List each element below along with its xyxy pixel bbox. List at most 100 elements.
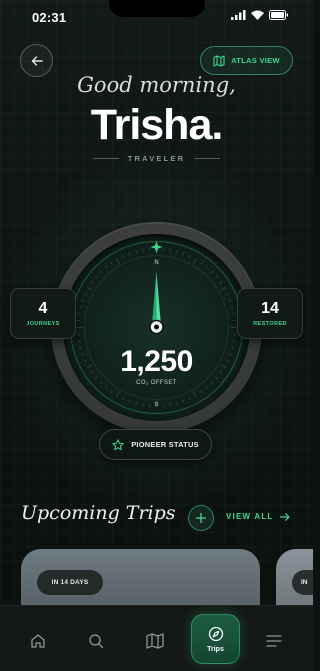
divider — [194, 158, 221, 159]
compass-tick — [193, 391, 197, 397]
view-all-link[interactable]: VIEW ALL — [226, 512, 290, 521]
compass-tick — [220, 287, 226, 291]
atlas-view-button[interactable]: ATLAS VIEW — [200, 46, 293, 75]
home-icon — [31, 634, 45, 648]
divider — [92, 158, 119, 159]
trip-countdown-badge: IN — [292, 570, 313, 595]
compass-tick — [210, 270, 214, 274]
compass-tick — [122, 397, 125, 401]
journeys-card[interactable]: 4 JOURNEYS — [10, 288, 76, 339]
tab-home[interactable] — [23, 626, 53, 656]
compass-tick — [188, 254, 191, 258]
compass-tick — [193, 258, 197, 264]
user-name: Trisha. — [90, 101, 224, 149]
app-screen: 02:31 ATLAS VIEW Good morning, Trisha. T… — [0, 0, 313, 671]
tab-menu[interactable] — [259, 626, 289, 656]
tab-map[interactable] — [140, 626, 170, 656]
compass-tick — [215, 275, 219, 279]
compass-tick — [94, 275, 98, 279]
journeys-value: 4 — [38, 300, 48, 317]
compass-tick — [104, 265, 108, 269]
compass-tick — [182, 252, 185, 256]
compass-tick — [81, 299, 85, 302]
compass-tick — [226, 293, 230, 296]
status-time: 02:31 — [32, 10, 67, 25]
arrow-right-icon — [279, 512, 290, 521]
compass-tick — [142, 248, 144, 252]
compass-tick — [116, 258, 120, 264]
compass-tick — [77, 313, 81, 315]
compass-tick — [110, 261, 113, 265]
compass-needle-north-shade — [152, 272, 157, 326]
compass-tick — [128, 252, 131, 256]
arrow-left-icon — [31, 55, 43, 66]
device-notch — [109, 0, 205, 17]
plus-icon — [196, 513, 206, 523]
compass-tick — [176, 401, 178, 405]
tab-search[interactable] — [81, 626, 111, 656]
compass-mark-n: N — [154, 260, 158, 266]
compass-tick — [232, 340, 236, 342]
compass-tick — [228, 299, 232, 302]
pioneer-status-label: PIONEER STATUS — [131, 440, 199, 449]
compass-tick — [79, 306, 83, 308]
rank-label: TRAVELER — [127, 154, 186, 163]
compass-icon — [208, 626, 223, 641]
co2-offset-label: CO₂ OFFSET — [136, 380, 177, 386]
search-icon — [89, 634, 104, 649]
star-icon — [112, 438, 124, 450]
compass-tick — [90, 281, 94, 284]
compass-tick — [230, 306, 234, 308]
compass-tick — [122, 254, 125, 258]
compass-tick — [169, 403, 171, 407]
pioneer-status-button[interactable]: PIONEER STATUS — [99, 429, 212, 460]
view-all-label: VIEW ALL — [226, 512, 274, 521]
compass-tick — [128, 399, 131, 403]
add-trip-button[interactable] — [188, 505, 214, 531]
compass-tick — [205, 386, 209, 390]
compass-tick — [104, 386, 108, 390]
status-icons — [231, 10, 289, 20]
compass-tick — [142, 403, 144, 407]
compass-tick — [77, 340, 81, 342]
signal-icon — [231, 10, 246, 20]
wifi-icon — [251, 10, 264, 20]
bottom-tab-bar: Trips — [0, 605, 313, 671]
map-icon — [213, 54, 225, 67]
compass-tick — [205, 265, 209, 269]
greeting-salutation: Good morning, — [77, 73, 236, 97]
compass-graphics: N S — [70, 241, 243, 414]
tab-trips[interactable]: Trips — [191, 614, 240, 664]
map-icon — [146, 633, 164, 649]
compass-tick — [188, 397, 191, 401]
compass-tick — [99, 270, 103, 274]
trip-countdown-badge: IN 14 DAYS — [37, 570, 103, 595]
rank-row: TRAVELER — [0, 154, 313, 163]
upcoming-trips-title: Upcoming Trips — [21, 502, 176, 524]
compass-tick — [200, 261, 203, 265]
compass-tick — [116, 391, 120, 397]
compass-tick — [135, 401, 137, 405]
compass-dial: N S — [51, 222, 262, 433]
north-star-icon — [150, 241, 163, 253]
journeys-label: JOURNEYS — [26, 321, 60, 327]
compass-tick — [87, 287, 93, 291]
compass-tick — [176, 250, 178, 254]
menu-icon — [266, 635, 282, 647]
compass-mark-s: S — [154, 402, 158, 408]
compass-tick — [200, 390, 203, 394]
compass-tick — [219, 281, 223, 284]
co2-offset-value: 1,250 — [120, 345, 193, 378]
compass-tick — [182, 399, 185, 403]
battery-icon — [269, 10, 288, 20]
compass-tick — [232, 313, 236, 315]
restored-label: RESTORED — [253, 321, 287, 327]
compass-tick — [169, 248, 171, 252]
compass-tick — [110, 390, 113, 394]
tab-trips-label: Trips — [207, 645, 224, 653]
atlas-view-label: ATLAS VIEW — [231, 56, 280, 65]
restored-value: 14 — [261, 300, 279, 317]
restored-card[interactable]: 14 RESTORED — [237, 288, 303, 339]
compass-tick — [83, 293, 87, 296]
compass-tick — [135, 250, 137, 254]
